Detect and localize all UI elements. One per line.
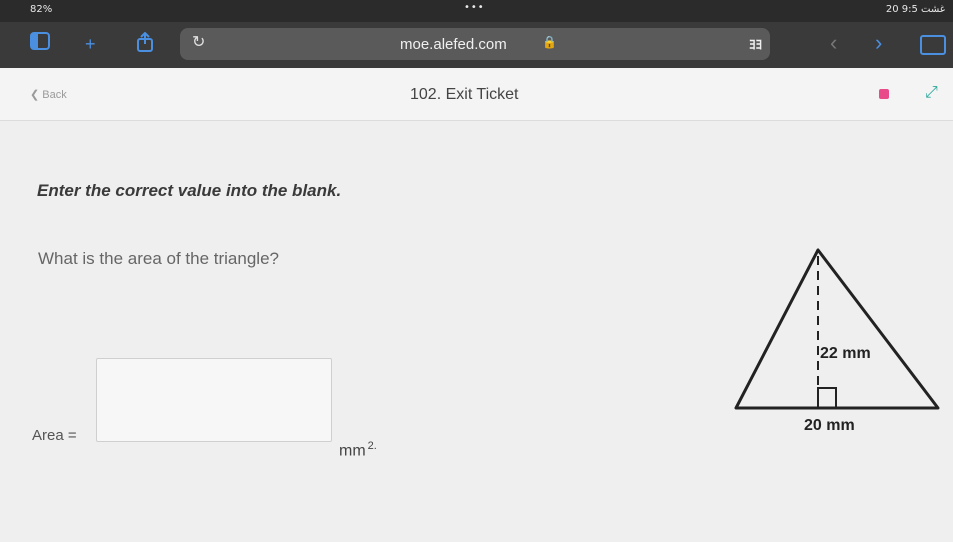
multitask-dots[interactable]: ••• bbox=[464, 2, 485, 13]
sidebar-icon[interactable] bbox=[30, 32, 50, 56]
flag-icon[interactable] bbox=[879, 89, 889, 99]
height-label: 22 mm bbox=[820, 345, 871, 362]
back-chevron-icon[interactable]: ‹ bbox=[830, 30, 837, 56]
triangle-figure: 22 mm 20 mm bbox=[728, 240, 948, 445]
add-icon[interactable]: + bbox=[85, 32, 96, 56]
lock-icon: 🔒 bbox=[542, 35, 557, 49]
unit-label: mm 2. bbox=[339, 440, 377, 460]
back-label: Back bbox=[42, 89, 67, 101]
triangle-diagram: 22 mm 20 mm bbox=[734, 248, 940, 434]
browser-toolbar: + ↻ moe.alefed.com 🔒 ﾖﾖ ‹ › bbox=[0, 22, 953, 68]
status-time: 20 غشت 9:5 bbox=[885, 4, 945, 15]
expand-icon[interactable]: ⤢ bbox=[925, 84, 938, 102]
instruction-text: Enter the correct value into the blank. bbox=[37, 181, 342, 200]
unit-exponent: 2. bbox=[367, 440, 377, 452]
status-bar: 82% ••• 20 غشت 9:5 bbox=[0, 0, 953, 22]
app-header: ❮ Back 102. Exit Ticket ⤢ bbox=[0, 68, 953, 121]
reload-icon[interactable]: ↻ bbox=[192, 32, 205, 52]
base-label: 20 mm bbox=[804, 417, 855, 434]
question-prompt: What is the area of the triangle? bbox=[38, 249, 279, 268]
right-angle-mark bbox=[817, 387, 837, 409]
page-title: 102. Exit Ticket bbox=[410, 86, 519, 103]
forward-chevron-icon[interactable]: › bbox=[875, 30, 882, 56]
address-bar[interactable]: ↻ moe.alefed.com 🔒 ﾖﾖ bbox=[180, 28, 770, 60]
battery-status: 82% bbox=[30, 4, 53, 15]
triangle-shape bbox=[734, 248, 940, 410]
tabs-icon[interactable] bbox=[920, 35, 946, 55]
area-answer-input[interactable] bbox=[96, 358, 332, 442]
back-button[interactable]: ❮ Back bbox=[30, 88, 67, 101]
area-label: Area = bbox=[32, 427, 77, 444]
share-icon[interactable] bbox=[136, 31, 154, 58]
url-text: moe.alefed.com bbox=[400, 36, 507, 53]
reader-button[interactable]: ﾖﾖ bbox=[749, 34, 762, 53]
unit-text: mm bbox=[339, 442, 366, 460]
